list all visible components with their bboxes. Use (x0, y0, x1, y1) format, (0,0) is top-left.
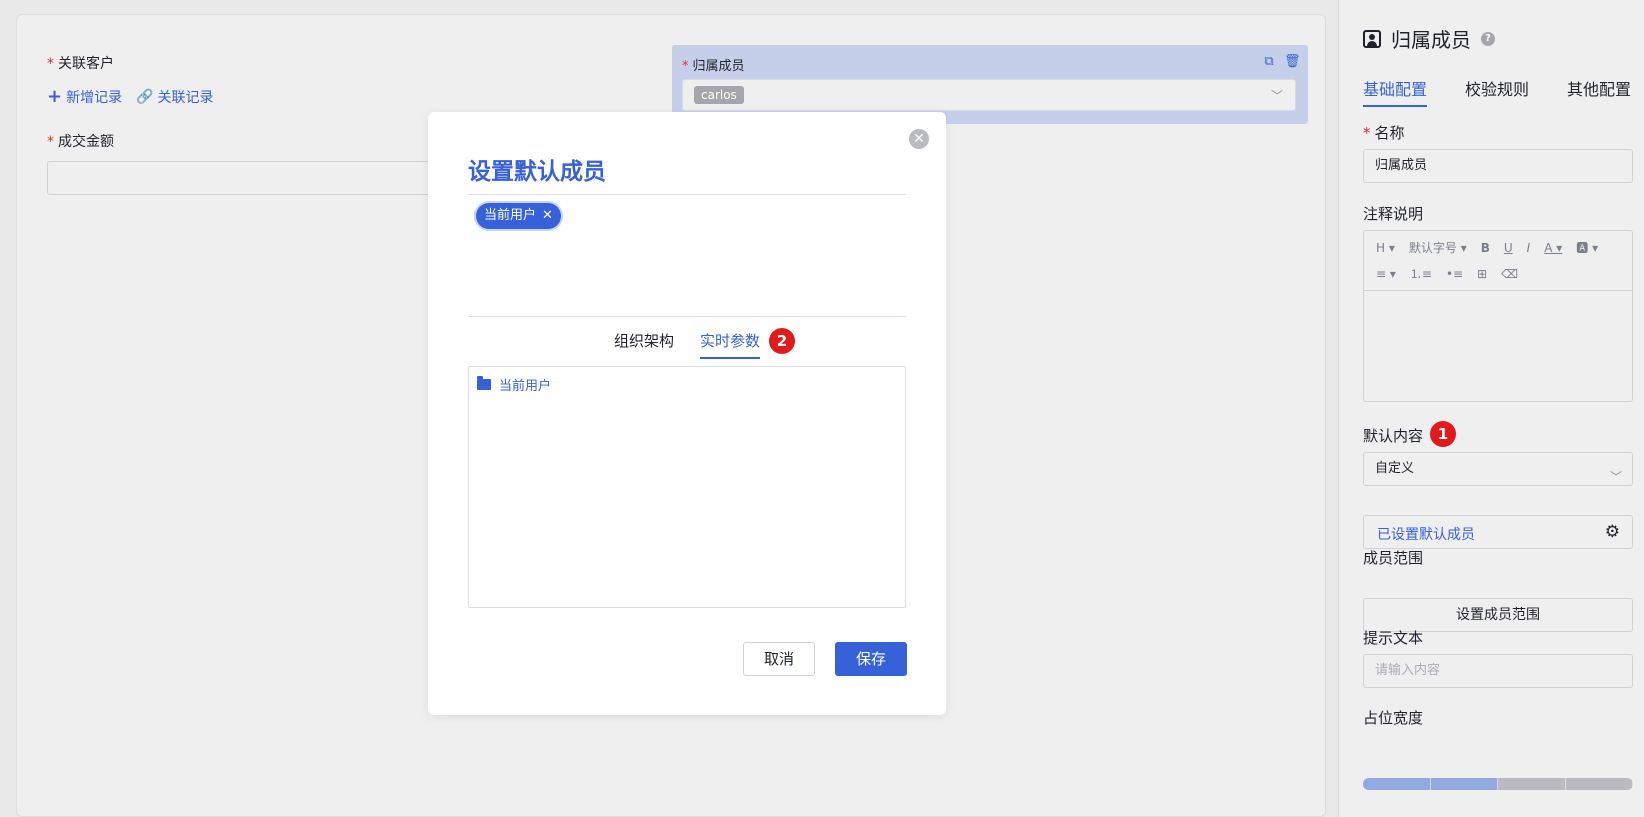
default-member-setting[interactable]: 已设置默认成员 ⚙ (1363, 515, 1633, 549)
heading-icon[interactable]: H ▾ (1376, 237, 1395, 259)
cancel-button[interactable]: 取消 (743, 642, 815, 676)
copy-icon[interactable]: ⧉ (1262, 55, 1276, 69)
deal-amount-label: * 成交金额 (47, 134, 114, 150)
member-field-label: * 归属成员 (682, 59, 745, 74)
italic-icon[interactable]: I (1527, 237, 1531, 259)
tab-org-structure[interactable]: 组织架构 (614, 330, 674, 359)
link-icon: 🔗 (136, 89, 154, 105)
note-label: 注释说明 (1363, 205, 1424, 223)
link-record-button[interactable]: 🔗 关联记录 (136, 87, 213, 107)
tab-validation-rules[interactable]: 校验规则 (1465, 76, 1529, 107)
required-mark: * (682, 59, 689, 74)
dialog-tabs: 组织架构 实时参数 (428, 330, 946, 359)
remove-chip-icon[interactable]: ✕ (542, 203, 553, 229)
default-member-status: 已设置默认成员 (1377, 527, 1475, 543)
clear-format-icon[interactable]: ⌫ (1501, 263, 1518, 285)
width-segment[interactable] (1565, 778, 1633, 790)
deal-amount-input[interactable] (47, 161, 487, 195)
set-default-member-dialog: ✕ 设置默认成员 当前用户 ✕ 组织架构 实时参数 2 当前用户 取消 保存 (428, 112, 946, 715)
panel-title: 归属成员 (1391, 28, 1471, 52)
plus-icon: + (47, 86, 63, 107)
align-icon[interactable]: ≡ ▾ (1376, 263, 1396, 285)
name-label: * 名称 (1363, 124, 1405, 142)
gear-icon[interactable]: ⚙ (1605, 522, 1620, 542)
font-size-select[interactable]: 默认字号 ▾ (1409, 237, 1467, 259)
selected-member-chip: 当前用户 ✕ (476, 203, 561, 229)
member-range-label: 成员范围 (1363, 549, 1424, 567)
editor-toolbar: H ▾ 默认字号 ▾ B U I A ▾ 🅰 ▾ ≡ ▾ ⒈≡ •≡ ⊞ ⌫ (1364, 231, 1632, 291)
save-button[interactable]: 保存 (835, 642, 907, 676)
record-actions: + 新增记录 🔗 关联记录 (47, 87, 214, 107)
background-color-icon[interactable]: 🅰 ▾ (1576, 237, 1598, 259)
required-mark: * (47, 56, 54, 72)
unordered-list-icon[interactable]: •≡ (1446, 263, 1463, 285)
member-select[interactable]: carlos ﹀ (682, 79, 1296, 111)
dialog-title: 设置默认成员 (468, 159, 606, 185)
tree-item-current-user[interactable]: 当前用户 (477, 375, 551, 394)
hint-text-input[interactable]: 请输入内容 (1363, 654, 1633, 688)
default-content-select[interactable]: 自定义 ﹀ (1363, 452, 1633, 486)
name-input[interactable]: 归属成员 (1363, 149, 1633, 183)
member-icon (1363, 29, 1381, 48)
tab-other-config[interactable]: 其他配置 (1567, 76, 1631, 107)
close-icon[interactable]: ✕ (909, 129, 929, 149)
width-segment[interactable] (1430, 778, 1498, 790)
param-tree: 当前用户 (468, 366, 906, 608)
folder-icon (477, 376, 491, 390)
width-label: 占位宽度 (1363, 709, 1424, 727)
image-icon[interactable]: ⊞ (1477, 263, 1487, 285)
required-mark: * (47, 134, 54, 150)
hint-text-label: 提示文本 (1363, 629, 1424, 647)
ordered-list-icon[interactable]: ⒈≡ (1410, 263, 1432, 285)
divider (468, 194, 906, 195)
required-mark: * (1363, 124, 1371, 142)
panel-tabs: 基础配置 校验规则 其他配置 (1363, 76, 1631, 107)
trash-icon[interactable]: 🗑 (1284, 55, 1301, 69)
step-badge: 2 (769, 328, 795, 354)
tab-realtime-params[interactable]: 实时参数 (700, 330, 761, 359)
note-editor[interactable]: H ▾ 默认字号 ▾ B U I A ▾ 🅰 ▾ ≡ ▾ ⒈≡ •≡ ⊞ ⌫ (1363, 230, 1633, 402)
panel-header: 归属成员 ? (1363, 24, 1495, 53)
width-segment[interactable] (1363, 778, 1431, 790)
underline-icon[interactable]: U (1504, 237, 1513, 259)
chevron-down-icon: ﹀ (1609, 470, 1622, 484)
divider (468, 316, 906, 317)
chevron-down-icon: ﹀ (1270, 89, 1283, 103)
step-badge: 1 (1430, 421, 1456, 447)
width-selector[interactable] (1363, 778, 1633, 790)
default-content-label: 默认内容 (1363, 427, 1424, 445)
related-customer-label: * 关联客户 (47, 56, 114, 72)
font-color-icon[interactable]: A ▾ (1544, 237, 1562, 259)
bold-icon[interactable]: B (1481, 237, 1490, 259)
width-segment[interactable] (1498, 778, 1566, 790)
field-tools: ⧉ 🗑 (1262, 55, 1301, 69)
tab-basic-config[interactable]: 基础配置 (1363, 76, 1428, 107)
help-icon[interactable]: ? (1481, 31, 1495, 46)
member-chip: carlos (694, 86, 744, 104)
add-record-button[interactable]: + 新增记录 (47, 87, 122, 107)
config-panel: 归属成员 ? 基础配置 校验规则 其他配置 * 名称 归属成员 注释说明 H ▾ … (1338, 0, 1644, 817)
